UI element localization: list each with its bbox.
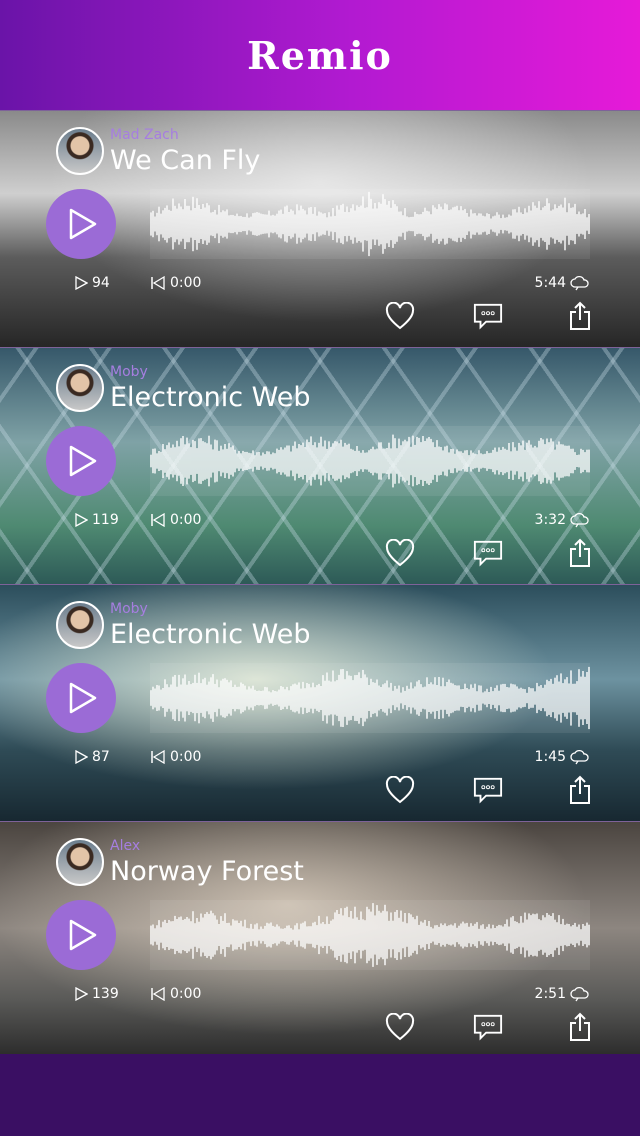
comment-icon xyxy=(473,777,503,804)
track-title[interactable]: Electronic Web xyxy=(110,619,311,650)
play-count: 119 xyxy=(74,512,119,528)
app-footer xyxy=(0,1054,640,1136)
comment-button[interactable] xyxy=(473,538,503,568)
artist-name[interactable]: Moby xyxy=(110,601,148,617)
share-icon xyxy=(570,775,590,804)
position-value: 0:00 xyxy=(170,749,202,765)
share-icon xyxy=(570,1012,590,1041)
track-card[interactable]: Mad Zach We Can Fly 94 0:00 5:44 xyxy=(0,110,640,347)
track-duration: 5:44 xyxy=(535,275,590,291)
like-button[interactable] xyxy=(385,538,415,568)
play-count-icon xyxy=(75,750,88,764)
skip-back-icon[interactable] xyxy=(150,987,166,1001)
artist-name[interactable]: Moby xyxy=(110,364,148,380)
position-value: 0:00 xyxy=(170,275,202,291)
artist-avatar[interactable] xyxy=(56,127,104,175)
skip-back-icon[interactable] xyxy=(150,276,166,290)
play-count-value: 87 xyxy=(92,749,110,765)
app-header: Remio xyxy=(0,0,640,110)
playback-position: 0:00 xyxy=(150,275,201,291)
artist-name[interactable]: Mad Zach xyxy=(110,127,179,143)
playback-position: 0:00 xyxy=(150,749,201,765)
artist-name[interactable]: Alex xyxy=(110,838,140,854)
comment-icon xyxy=(473,1014,503,1041)
play-icon xyxy=(69,919,97,951)
heart-icon xyxy=(385,539,415,567)
track-title[interactable]: Norway Forest xyxy=(110,856,304,887)
play-icon xyxy=(69,682,97,714)
cloud-icon xyxy=(570,512,589,528)
play-icon xyxy=(69,208,97,240)
waveform[interactable] xyxy=(150,426,590,496)
track-card[interactable]: Moby Electronic Web 87 0:00 1:45 xyxy=(0,584,640,821)
heart-icon xyxy=(385,776,415,804)
waveform[interactable] xyxy=(150,663,590,733)
track-card[interactable]: Moby Electronic Web 119 0:00 3:32 xyxy=(0,347,640,584)
cloud-icon xyxy=(570,275,589,291)
share-button[interactable] xyxy=(565,1012,595,1042)
duration-value: 1:45 xyxy=(534,749,566,765)
play-count-icon xyxy=(75,987,88,1001)
play-count-value: 139 xyxy=(92,986,119,1002)
play-count-icon xyxy=(75,276,88,290)
comment-button[interactable] xyxy=(473,301,503,331)
cloud-icon xyxy=(570,986,589,1002)
duration-value: 5:44 xyxy=(534,275,566,291)
like-button[interactable] xyxy=(385,1012,415,1042)
duration-value: 2:51 xyxy=(534,986,566,1002)
skip-back-icon[interactable] xyxy=(150,513,166,527)
track-duration: 1:45 xyxy=(535,749,590,765)
waveform[interactable] xyxy=(150,900,590,970)
like-button[interactable] xyxy=(385,301,415,331)
cloud-icon xyxy=(570,749,589,765)
playback-position: 0:00 xyxy=(150,512,201,528)
play-count-value: 94 xyxy=(92,275,110,291)
track-card[interactable]: Alex Norway Forest 139 0:00 2:51 xyxy=(0,821,640,1058)
heart-icon xyxy=(385,302,415,330)
comment-icon xyxy=(473,540,503,567)
play-button[interactable] xyxy=(46,663,116,733)
track-title[interactable]: We Can Fly xyxy=(110,145,260,176)
play-count-icon xyxy=(75,513,88,527)
share-button[interactable] xyxy=(565,538,595,568)
comment-icon xyxy=(473,303,503,330)
track-duration: 3:32 xyxy=(535,512,590,528)
comment-button[interactable] xyxy=(473,1012,503,1042)
position-value: 0:00 xyxy=(170,986,202,1002)
play-button[interactable] xyxy=(46,426,116,496)
artist-avatar[interactable] xyxy=(56,838,104,886)
play-icon xyxy=(69,445,97,477)
play-count: 139 xyxy=(74,986,119,1002)
playback-position: 0:00 xyxy=(150,986,201,1002)
comment-button[interactable] xyxy=(473,775,503,805)
artist-avatar[interactable] xyxy=(56,601,104,649)
track-list: Mad Zach We Can Fly 94 0:00 5:44 Moby El… xyxy=(0,110,640,1058)
artist-avatar[interactable] xyxy=(56,364,104,412)
waveform[interactable] xyxy=(150,189,590,259)
duration-value: 3:32 xyxy=(534,512,566,528)
skip-back-icon[interactable] xyxy=(150,750,166,764)
play-count: 94 xyxy=(74,275,110,291)
track-title[interactable]: Electronic Web xyxy=(110,382,311,413)
track-duration: 2:51 xyxy=(535,986,590,1002)
like-button[interactable] xyxy=(385,775,415,805)
play-button[interactable] xyxy=(46,900,116,970)
share-icon xyxy=(570,538,590,567)
share-button[interactable] xyxy=(565,775,595,805)
play-button[interactable] xyxy=(46,189,116,259)
position-value: 0:00 xyxy=(170,512,202,528)
play-count: 87 xyxy=(74,749,110,765)
app-logo: Remio xyxy=(247,32,393,78)
share-button[interactable] xyxy=(565,301,595,331)
play-count-value: 119 xyxy=(92,512,119,528)
share-icon xyxy=(570,301,590,330)
heart-icon xyxy=(385,1013,415,1041)
